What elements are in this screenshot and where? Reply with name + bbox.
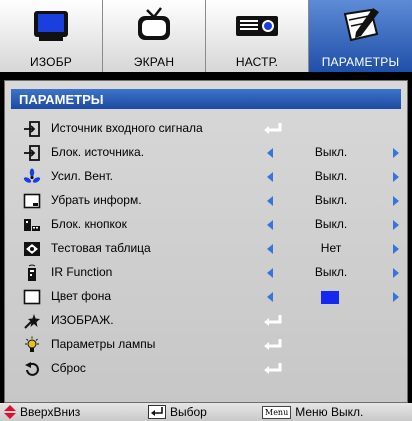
source-lock-icon [24,145,40,161]
up-down-arrow-icon [4,405,16,419]
tab-image-label: ИЗОБР [30,55,72,69]
menu-item-label: Блок. кнопкок [51,217,127,231]
reset-icon [25,362,39,376]
test-pattern-icon [24,242,40,256]
menu-item-label: Сброс [51,361,86,375]
help-bar: ВверхВниз Выбор Menu Меню Выкл. [0,403,412,421]
help-exit: Menu Меню Выкл. [262,405,363,419]
menu-item-ir-function[interactable]: IR Function Выкл. [23,262,403,284]
help-navigate-label: ВверхВниз [20,405,81,419]
arrow-right-icon[interactable] [393,292,399,302]
monitor-icon [34,11,68,41]
color-swatch [321,291,339,304]
enter-arrow-icon [264,123,282,134]
tv-icon [138,7,170,40]
menu-item-label: Параметры лампы [51,337,156,351]
help-select-label: Выбор [170,405,207,419]
options-panel: ПАРАМЕТРЫ Источник входного сигнала Блок… [4,80,408,403]
help-navigate: ВверхВниз [4,405,80,419]
menu-item-value: Выкл. [314,169,348,183]
projector-osd: ИЗОБР ЭКРАН НАСТР. ПАРАМЕТРЫ ПАРАМЕТРЫ И… [0,0,412,421]
menu-item-test-pattern[interactable]: Тестовая таблица Нет [23,238,403,260]
tab-options[interactable]: ПАРАМЕТРЫ [309,0,412,72]
menu-item-value: Выкл. [314,265,348,279]
tab-options-label: ПАРАМЕТРЫ [321,55,400,69]
menu-item-label: Цвет фона [51,289,112,303]
menu-item-source-lock[interactable]: Блок. источника. Выкл. [23,142,403,164]
lamp-icon [25,336,39,352]
arrow-right-icon[interactable] [393,244,399,254]
arrow-right-icon[interactable] [393,172,399,182]
arrow-right-icon[interactable] [393,148,399,158]
tab-screen-label: ЭКРАН [133,55,175,69]
arrow-right-icon[interactable] [393,196,399,206]
background-color-icon [23,289,41,305]
arrow-left-icon[interactable] [267,244,273,254]
menu-item-advanced-image[interactable]: ИЗОБРАЖ. [23,310,403,332]
menu-item-label: Блок. источника. [51,145,145,159]
arrow-left-icon[interactable] [267,196,273,206]
menu-item-label: ИЗОБРАЖ. [51,313,114,327]
enter-arrow-icon [264,363,282,374]
arrow-left-icon[interactable] [267,148,273,158]
arrow-left-icon[interactable] [267,292,273,302]
menu-item-label: IR Function [51,265,113,279]
arrow-right-icon[interactable] [393,220,399,230]
tab-settings[interactable]: НАСТР. [206,0,309,72]
menu-item-lamp-settings[interactable]: Параметры лампы [23,334,403,356]
remote-icon [28,264,36,281]
arrow-right-icon[interactable] [393,268,399,278]
panel-header: ПАРАМЕТРЫ [11,89,401,109]
menu-item-label: Убрать информ. [51,193,142,207]
menu-item-label: Усил. Вент. [51,169,113,183]
hide-info-icon [23,193,41,209]
help-select: Выбор [148,405,207,419]
menu-item-value: Выкл. [314,193,348,207]
menu-item-high-altitude[interactable]: Усил. Вент. Выкл. [23,166,403,188]
enter-key-icon [148,405,166,419]
menu-key-icon: Menu [262,405,292,419]
menu-item-label: Источник входного сигнала [51,121,203,135]
input-source-icon [24,121,40,137]
menu-item-keypad-lock[interactable]: Блок. кнопкок Выкл. [23,214,403,236]
menu-item-value: Выкл. [314,145,348,159]
arrow-left-icon[interactable] [267,172,273,182]
projector-icon [236,16,278,36]
enter-arrow-icon [264,339,282,350]
keypad-lock-icon [24,219,40,231]
arrow-left-icon[interactable] [267,220,273,230]
help-exit-label: Меню Выкл. [295,405,364,419]
menu-item-value: Выкл. [314,217,348,231]
menu-item-information-hide[interactable]: Убрать информ. Выкл. [23,190,403,212]
menu-item-value: Нет [320,241,342,255]
tab-image[interactable]: ИЗОБР [0,0,103,72]
enter-arrow-icon [264,315,282,326]
menu-item-background-color[interactable]: Цвет фона [23,286,403,308]
arrow-left-icon[interactable] [267,268,273,278]
tab-settings-label: НАСТР. [235,55,279,69]
menu-item-reset[interactable]: Сброс [23,358,403,380]
tab-bar: ИЗОБР ЭКРАН НАСТР. ПАРАМЕТРЫ [0,0,412,72]
star-icon [24,314,40,329]
menu-item-label: Тестовая таблица [51,241,151,255]
menu-item-input-source[interactable]: Источник входного сигнала [23,118,403,140]
panel-title: ПАРАМЕТРЫ [19,92,104,107]
pencil-icon [343,8,379,42]
fan-icon [23,168,41,183]
tab-screen[interactable]: ЭКРАН [103,0,206,72]
